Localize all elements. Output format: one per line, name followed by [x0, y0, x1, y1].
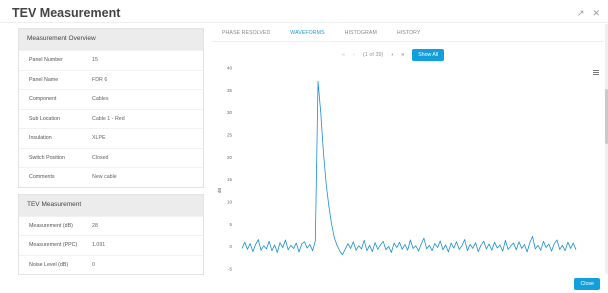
row-label: Noise Level (dB) — [29, 261, 69, 268]
row-value: 0 — [92, 261, 95, 268]
tev-row: Measurement (PPC) 1.091 — [19, 235, 203, 255]
row-value: 1.091 — [92, 242, 106, 249]
overview-row: Sub Location Cable 1 - Red — [19, 108, 203, 129]
tab-waveforms[interactable]: WAVEFORMS — [280, 28, 335, 42]
waveform-pager: « ‹ (1 of 39) › » Show All — [342, 49, 445, 61]
measurement-overview-card: Measurement Overview Panel Number 15 Pane… — [18, 28, 204, 188]
tev-measurement-title: TEV Measurement — [19, 194, 203, 216]
y-tick-label: 30 — [227, 110, 233, 115]
row-value: New cable — [92, 174, 117, 181]
tabs-divider — [212, 41, 604, 42]
overview-row: Panel Name FDR 6 — [19, 69, 203, 90]
next-page-button[interactable]: › — [391, 52, 393, 58]
row-label: Component — [29, 96, 57, 103]
row-value: FDR 6 — [92, 76, 108, 83]
y-tick-label: 25 — [227, 133, 233, 138]
overview-row: Panel Number 15 — [19, 50, 203, 70]
first-page-button[interactable]: « — [342, 52, 345, 58]
y-tick-label: 15 — [227, 177, 233, 182]
row-label: Measurement (dB) — [29, 222, 73, 229]
row-value: Cables — [92, 96, 109, 103]
details-panel: Measurement Overview Panel Number 15 Pane… — [18, 28, 204, 276]
row-value: Cable 1 - Red — [92, 115, 125, 122]
overview-row: Switch Position Closed — [19, 147, 203, 168]
page-status: (1 of 39) — [362, 52, 384, 58]
waveform-chart: -5 0 5 10 15 20 25 30 35 40 dB — [217, 66, 577, 272]
close-icon[interactable]: ✕ — [592, 8, 600, 18]
row-label: Panel Name — [29, 76, 59, 83]
tev-row: Noise Level (dB) 0 — [19, 254, 203, 275]
chart-panel: PHASE RESOLVED WAVEFORMS HISTOGRAM HISTO… — [212, 28, 604, 278]
tab-phase-resolved[interactable]: PHASE RESOLVED — [212, 28, 280, 42]
row-value: XLPE — [92, 135, 106, 142]
tab-history[interactable]: HISTORY — [387, 28, 431, 42]
tab-histogram[interactable]: HISTOGRAM — [335, 28, 387, 42]
row-value: Closed — [92, 154, 109, 161]
row-label: Comments — [29, 174, 55, 181]
tev-measurement-card: TEV Measurement Measurement (dB) 28 Measu… — [18, 193, 204, 275]
row-label: Switch Position — [29, 154, 65, 161]
overview-row: Comments New cable — [19, 167, 203, 187]
measurement-overview-title: Measurement Overview — [19, 29, 203, 50]
y-tick-label: -5 — [228, 267, 232, 272]
waveform-series-line — [241, 80, 577, 256]
y-tick-label: 40 — [227, 66, 233, 71]
row-value: 28 — [92, 222, 98, 229]
chart-menu-icon[interactable] — [593, 70, 599, 75]
tev-measurement-dialog: TEV Measurement ↗ ✕ Measurement Overview… — [0, 0, 608, 293]
y-tick-label: 35 — [227, 88, 233, 93]
y-axis-label: dB — [217, 188, 222, 194]
close-button[interactable]: Close — [574, 278, 600, 290]
last-page-button[interactable]: » — [401, 52, 404, 58]
prev-page-button[interactable]: ‹ — [353, 52, 355, 58]
show-all-button[interactable]: Show All — [412, 49, 445, 61]
y-tick-label: 5 — [229, 222, 232, 227]
row-label: Panel Number — [29, 57, 63, 64]
tev-row: Measurement (dB) 28 — [19, 215, 203, 236]
y-tick-label: 0 — [229, 244, 232, 249]
y-tick-label: 10 — [227, 200, 233, 205]
external-link-icon[interactable]: ↗ — [577, 8, 585, 18]
row-label: Sub Location — [29, 115, 60, 122]
y-tick-label: 20 — [227, 155, 233, 160]
row-label: Measurement (PPC) — [29, 242, 78, 249]
header-divider — [0, 22, 608, 23]
row-label: Insulation — [29, 135, 52, 142]
dialog-title: TEV Measurement — [12, 6, 121, 20]
row-value: 15 — [92, 57, 98, 64]
overview-row: Insulation XLPE — [19, 128, 203, 148]
chart-tabs: PHASE RESOLVED WAVEFORMS HISTOGRAM HISTO… — [212, 28, 430, 42]
dialog-header-icons: ↗ ✕ — [577, 8, 600, 18]
overview-row: Component Cables — [19, 89, 203, 109]
